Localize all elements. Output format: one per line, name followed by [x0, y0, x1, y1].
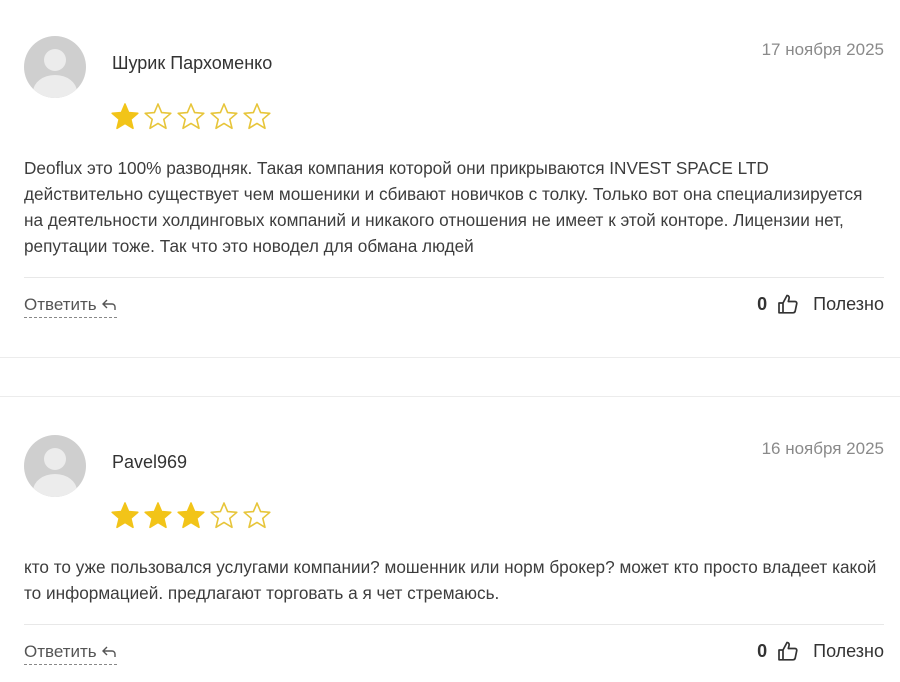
like-count: 0	[757, 640, 768, 661]
review-date: 17 ноября 2025	[761, 40, 884, 59]
divider	[24, 624, 884, 625]
like-count: 0	[757, 293, 768, 314]
avatar	[24, 36, 86, 98]
review-text: Deoflux это 100% разводняк. Такая компан…	[24, 158, 863, 256]
star-empty-icon	[209, 102, 239, 132]
rating-stars	[110, 501, 272, 531]
review-text: кто то уже пользовался услугами компании…	[24, 557, 877, 603]
useful-block: 0 Полезно	[757, 293, 884, 315]
star-filled-icon	[110, 501, 140, 531]
reply-arrow-icon	[101, 646, 116, 657]
star-empty-icon	[209, 501, 239, 531]
rating-stars	[110, 102, 272, 132]
useful-label: Полезно	[813, 640, 884, 661]
divider	[24, 277, 884, 278]
star-filled-icon	[110, 102, 140, 132]
review-card: Pavel969 16 ноября 2025 кто то уже польз…	[0, 396, 900, 682]
star-empty-icon	[242, 102, 272, 132]
review-date: 16 ноября 2025	[761, 439, 884, 458]
star-empty-icon	[176, 102, 206, 132]
review-author: Шурик Пархоменко	[112, 53, 273, 73]
thumbs-up-icon[interactable]	[777, 640, 799, 662]
review-author: Pavel969	[112, 452, 188, 472]
reply-arrow-icon	[101, 299, 116, 310]
review-card: Шурик Пархоменко 17 ноября 2025 Deoflux …	[0, 0, 900, 358]
star-empty-icon	[242, 501, 272, 531]
star-filled-icon	[143, 501, 173, 531]
useful-block: 0 Полезно	[757, 640, 884, 662]
reply-label: Ответить	[24, 642, 97, 661]
reply-label: Ответить	[24, 295, 97, 314]
user-placeholder-icon	[33, 448, 77, 497]
reply-button[interactable]: Ответить	[24, 642, 117, 665]
user-placeholder-icon	[33, 49, 77, 98]
star-empty-icon	[143, 102, 173, 132]
reply-button[interactable]: Ответить	[24, 295, 117, 318]
avatar	[24, 435, 86, 497]
thumbs-up-icon[interactable]	[777, 293, 799, 315]
useful-label: Полезно	[813, 293, 884, 314]
star-filled-icon	[176, 501, 206, 531]
